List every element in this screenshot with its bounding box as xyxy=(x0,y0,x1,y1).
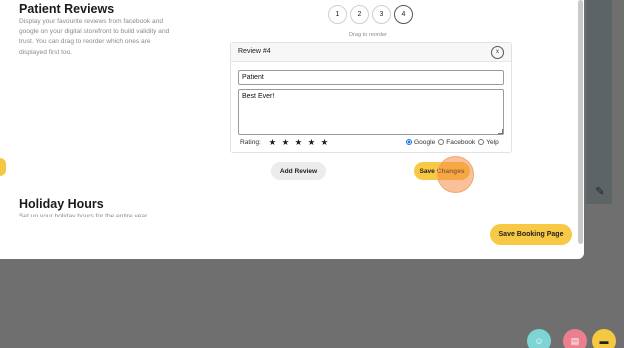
review-text-area[interactable]: Best Ever! xyxy=(238,89,504,135)
chat-icon[interactable]: ▬ xyxy=(592,329,616,348)
reviews-section-description: Display your favourite reviews from face… xyxy=(19,18,170,56)
drag-to-reorder-hint: Drag to reorder xyxy=(349,32,387,38)
rating-star-3[interactable]: ★ xyxy=(293,137,304,147)
review-page-3[interactable]: 3 xyxy=(372,5,391,24)
rating-label: Rating: xyxy=(240,138,261,146)
pencil-icon[interactable]: ✎ xyxy=(594,186,606,198)
source-label-facebook: Facebook xyxy=(446,138,476,146)
gift-card-icon[interactable]: ▤ xyxy=(563,329,587,348)
review-pager: 1 2 3 4 xyxy=(328,5,413,24)
rating-row: Rating: ★ ★ ★ ★ ★ xyxy=(240,137,330,147)
reviews-section-title: Patient Reviews xyxy=(19,2,115,16)
save-booking-page-button[interactable]: Save Booking Page xyxy=(490,224,572,245)
source-label-yelp: Yelp xyxy=(486,138,499,146)
review-card: Review #4 x Best Ever! Rating: ★ ★ ★ ★ ★… xyxy=(230,42,512,153)
source-radio-yelp[interactable] xyxy=(478,139,485,145)
reviewer-name-input[interactable] xyxy=(238,70,504,85)
backdrop-panel xyxy=(586,0,612,204)
holiday-section-title: Holiday Hours xyxy=(19,197,104,211)
booking-page-modal: Patient Reviews Display your favourite r… xyxy=(0,0,584,259)
add-review-button[interactable]: Add Review xyxy=(271,162,326,180)
source-radio-facebook[interactable] xyxy=(438,139,445,145)
source-radio-google[interactable] xyxy=(406,139,412,145)
review-page-2[interactable]: 2 xyxy=(350,5,369,24)
rating-star-4[interactable]: ★ xyxy=(306,137,317,147)
source-label-google: Google xyxy=(414,138,436,146)
review-card-header: Review #4 x xyxy=(231,43,511,62)
rating-star-5[interactable]: ★ xyxy=(319,137,330,147)
headset-icon[interactable]: ☺ xyxy=(527,329,551,348)
rating-star-2[interactable]: ★ xyxy=(280,137,291,147)
modal-scrollbar[interactable] xyxy=(578,0,583,244)
review-card-title: Review #4 xyxy=(238,48,271,55)
save-changes-button[interactable]: Save Changes xyxy=(414,162,470,180)
carousel-prev-handle[interactable] xyxy=(0,158,6,176)
review-page-1[interactable]: 1 xyxy=(328,5,347,24)
rating-star-1[interactable]: ★ xyxy=(267,137,278,147)
textarea-resize-handle[interactable] xyxy=(498,129,503,134)
close-review-button[interactable]: x xyxy=(491,46,504,59)
review-page-4[interactable]: 4 xyxy=(394,5,413,24)
holiday-section-description: Set up your holiday hours for the entire… xyxy=(19,213,149,217)
review-source-options: Google Facebook Yelp xyxy=(405,137,499,147)
